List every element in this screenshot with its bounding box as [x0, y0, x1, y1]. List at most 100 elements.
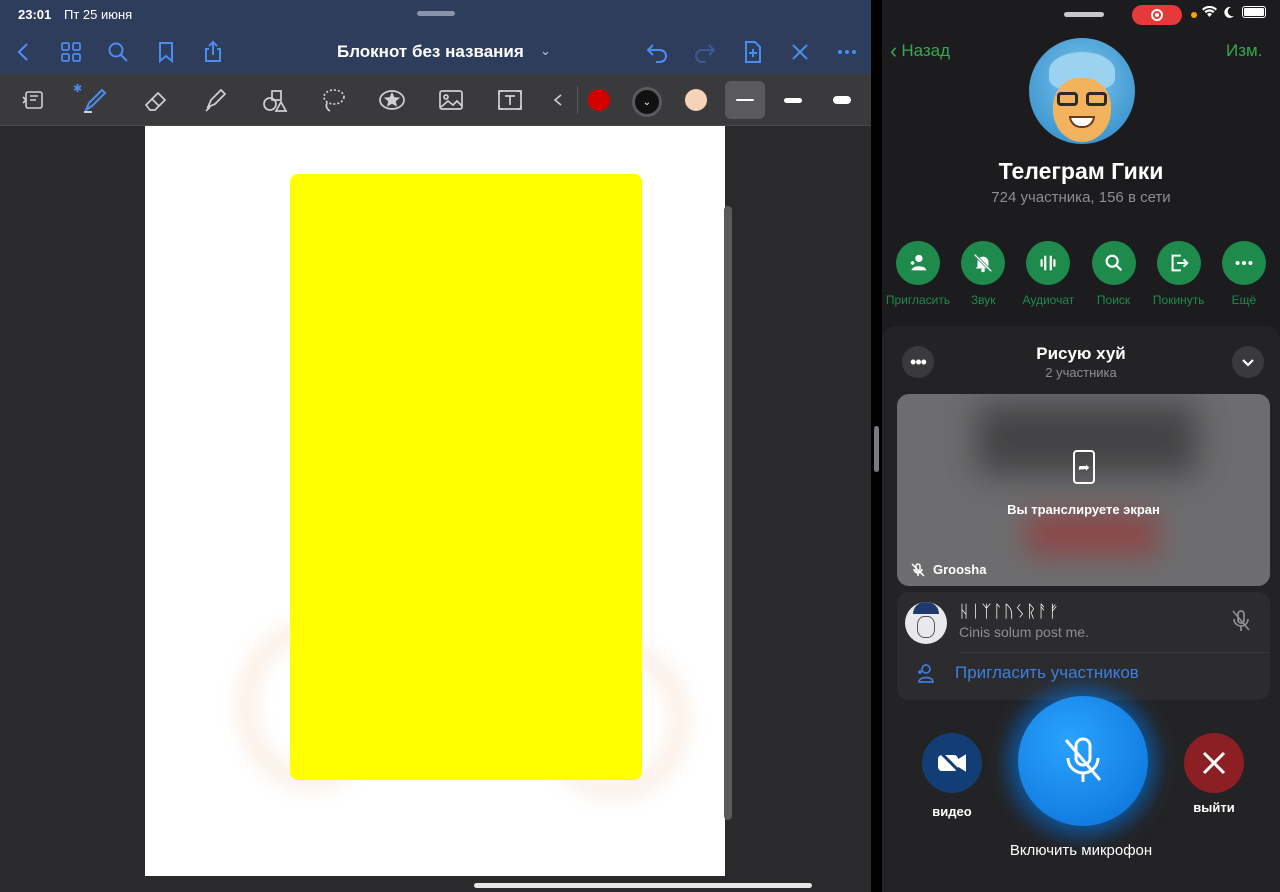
invite-label: Пригласить участников — [955, 663, 1139, 682]
highlighter-tool-icon[interactable] — [198, 84, 232, 116]
title-chevron-icon[interactable]: ⌄ — [540, 43, 551, 59]
shapes-tool-icon[interactable] — [257, 84, 291, 116]
chevron-down-icon[interactable] — [1232, 346, 1264, 378]
lasso-tool-icon[interactable] — [316, 84, 350, 116]
group-name: Телеграм Гики — [998, 158, 1164, 184]
leave-icon — [1156, 241, 1201, 285]
yellow-drawn-rectangle[interactable] — [290, 174, 642, 780]
search-icon — [1091, 241, 1136, 285]
screen-share-icon: ➦ — [1073, 450, 1095, 484]
stroke-width-thick[interactable] — [822, 81, 862, 119]
undo-icon[interactable] — [643, 38, 671, 66]
action-label: Ещё — [1231, 293, 1257, 307]
wifi-icon — [1202, 6, 1217, 17]
action-sound[interactable]: Звук — [951, 241, 1015, 307]
split-view-handle[interactable] — [874, 426, 879, 472]
action-more[interactable]: Ещё — [1212, 241, 1276, 307]
page-layout-icon[interactable] — [18, 84, 52, 116]
leave-call-button[interactable] — [1184, 733, 1244, 793]
sharing-user: Groosha — [911, 562, 986, 577]
group-member-count: 724 участника, 156 в сети — [991, 189, 1171, 206]
home-indicator[interactable] — [474, 883, 812, 888]
action-search[interactable]: Поиск — [1082, 241, 1146, 307]
add-page-icon[interactable] — [739, 38, 767, 66]
stroke-width-medium[interactable] — [773, 81, 813, 119]
toolbar-divider — [577, 86, 578, 114]
close-tools-icon[interactable] — [786, 38, 814, 66]
pen-tool-icon[interactable] — [78, 84, 112, 116]
mic-in-use-dot — [1191, 12, 1197, 18]
notes-nav-bar: Блокнот без названия ⌄ — [0, 30, 871, 74]
record-icon — [1151, 9, 1163, 21]
add-user-icon — [918, 664, 934, 683]
moon-icon — [1224, 6, 1234, 18]
muted-mic-icon — [1064, 737, 1102, 782]
grid-icon[interactable] — [57, 38, 85, 66]
action-invite[interactable]: Пригласить — [886, 241, 950, 307]
back-label: Назад — [901, 41, 951, 60]
video-button[interactable] — [922, 733, 982, 793]
canvas-area — [0, 126, 871, 892]
stroke-width-thin-selected[interactable] — [725, 81, 765, 119]
add-user-icon — [896, 241, 940, 285]
action-label: Поиск — [1096, 293, 1131, 307]
group-avatar[interactable] — [1029, 38, 1135, 144]
muted-mic-icon — [1232, 610, 1250, 631]
action-label: Пригласить — [885, 293, 951, 307]
back-button[interactable]: ‹ Назад — [890, 40, 950, 62]
multitask-grabber-right[interactable] — [1064, 12, 1104, 17]
action-label: Аудиочат — [1022, 293, 1075, 307]
mic-toggle-button[interactable] — [1018, 696, 1148, 826]
notes-app: 23:01 Пт 25 июня Блокнот без названия ⌄ — [0, 0, 871, 892]
color-swatch-peach[interactable] — [685, 89, 707, 111]
avatar-face — [1053, 78, 1111, 142]
color-swatch-black-selected[interactable]: ⌄ — [632, 87, 662, 117]
screen-share-text: Вы транслируете экран — [1007, 502, 1160, 517]
sharing-user-name: Groosha — [933, 562, 987, 577]
status-time: 23:01 — [18, 7, 52, 22]
more-icon[interactable] — [833, 38, 861, 66]
mic-label: Включить микрофон — [1009, 842, 1153, 859]
screen-share-preview[interactable]: ➦ Вы транслируете экран Groosha — [897, 394, 1270, 586]
multitask-grabber[interactable] — [417, 11, 455, 16]
status-bar: 23:01 Пт 25 июня — [0, 0, 871, 30]
leave-label: выйти — [1193, 800, 1235, 815]
more-icon — [1221, 241, 1266, 285]
call-participant-count: 2 участника — [1045, 365, 1117, 380]
search-icon[interactable] — [104, 38, 132, 66]
status-date: Пт 25 июня — [64, 7, 133, 22]
redo-icon[interactable] — [691, 38, 719, 66]
document-title[interactable]: Блокнот без названия — [337, 42, 524, 62]
voice-chat-panel: ••• Рисую хуй 2 участника ➦ Вы транслиру… — [882, 326, 1280, 892]
action-leave[interactable]: Покинуть — [1147, 241, 1211, 307]
divider — [959, 652, 1270, 653]
muted-mic-icon — [911, 562, 925, 577]
group-actions: Пригласить Звук Аудиочат Поиск Покинуть — [886, 241, 1276, 307]
video-label: видео — [932, 804, 972, 819]
blur-shape — [1027, 514, 1157, 554]
call-title: Рисую хуй — [1036, 344, 1126, 363]
eraser-tool-icon[interactable] — [139, 84, 173, 116]
scrollbar[interactable] — [724, 206, 732, 820]
bookmark-icon[interactable] — [152, 38, 180, 66]
notebook-page[interactable] — [145, 126, 725, 876]
expand-chevron-icon[interactable] — [548, 84, 568, 116]
action-audio-chat[interactable]: Аудиочат — [1016, 241, 1080, 307]
text-tool-icon[interactable] — [493, 84, 527, 116]
action-label: Покинуть — [1152, 293, 1205, 307]
action-label: Звук — [970, 293, 996, 307]
edit-button[interactable]: Изм. — [1226, 41, 1262, 61]
battery-icon — [1242, 6, 1266, 18]
status-icons — [1202, 6, 1266, 18]
back-icon[interactable] — [10, 38, 38, 66]
share-icon[interactable] — [199, 38, 227, 66]
chevron-left-icon: ‹ — [890, 38, 898, 63]
video-off-icon — [938, 752, 966, 774]
image-tool-icon[interactable] — [434, 84, 468, 116]
sticker-tool-icon[interactable] — [375, 84, 409, 116]
participant-name: ᚺᛁᛉᛚᚢᛊᚱᚨᚠ — [959, 602, 1060, 621]
close-icon — [1202, 751, 1226, 775]
audio-wave-icon — [1026, 241, 1071, 285]
color-swatch-red[interactable] — [588, 89, 610, 111]
screen-recording-indicator[interactable] — [1132, 5, 1182, 25]
